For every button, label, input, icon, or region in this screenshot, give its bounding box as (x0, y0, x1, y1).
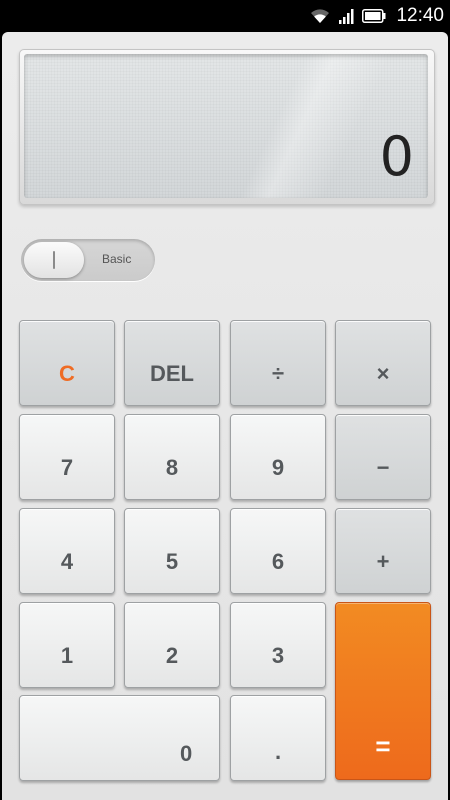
digit-1-button[interactable]: 1 (19, 602, 115, 688)
decimal-point-button[interactable]: . (230, 695, 326, 781)
digit-3-label: 3 (271, 643, 285, 668)
digit-6-button[interactable]: 6 (230, 508, 326, 594)
digit-1-label: 1 (60, 643, 74, 668)
calculator-body: 0 Basic C DEL ÷ × 7 8 9 − 4 5 6 + 1 2 3 … (2, 32, 448, 800)
digit-9-label: 9 (271, 455, 285, 480)
keypad: C DEL ÷ × 7 8 9 − 4 5 6 + 1 2 3 = 0 . (2, 32, 448, 800)
delete-label: DEL (150, 361, 194, 386)
minus-button[interactable]: − (335, 414, 431, 500)
digit-9-button[interactable]: 9 (230, 414, 326, 500)
minus-label: − (376, 455, 390, 480)
digit-5-button[interactable]: 5 (124, 508, 220, 594)
equals-button[interactable]: = (335, 602, 431, 780)
clear-label: C (59, 361, 75, 386)
status-icons: 12:40 (310, 0, 444, 32)
multiply-label: × (376, 361, 390, 386)
decimal-point-label: . (274, 739, 282, 764)
wifi-icon (310, 8, 330, 24)
digit-8-button[interactable]: 8 (124, 414, 220, 500)
digit-5-label: 5 (165, 549, 179, 574)
digit-8-label: 8 (165, 455, 179, 480)
equals-label: = (375, 731, 391, 761)
digit-4-button[interactable]: 4 (19, 508, 115, 594)
signal-icon (338, 8, 354, 24)
plus-label: + (376, 549, 390, 574)
digit-2-button[interactable]: 2 (124, 602, 220, 688)
digit-3-button[interactable]: 3 (230, 602, 326, 688)
digit-0-label: 0 (180, 741, 193, 766)
clear-button[interactable]: C (19, 320, 115, 406)
battery-icon (362, 9, 386, 23)
status-time: 12:40 (396, 5, 444, 26)
multiply-button[interactable]: × (335, 320, 431, 406)
digit-2-label: 2 (165, 643, 179, 668)
digit-4-label: 4 (60, 549, 74, 574)
plus-button[interactable]: + (335, 508, 431, 594)
digit-6-label: 6 (271, 549, 285, 574)
divide-button[interactable]: ÷ (230, 320, 326, 406)
digit-7-button[interactable]: 7 (19, 414, 115, 500)
status-bar: 12:40 (0, 0, 450, 32)
delete-button[interactable]: DEL (124, 320, 220, 406)
digit-0-button[interactable]: 0 (19, 695, 220, 781)
divide-label: ÷ (271, 361, 285, 386)
digit-7-label: 7 (60, 455, 74, 480)
